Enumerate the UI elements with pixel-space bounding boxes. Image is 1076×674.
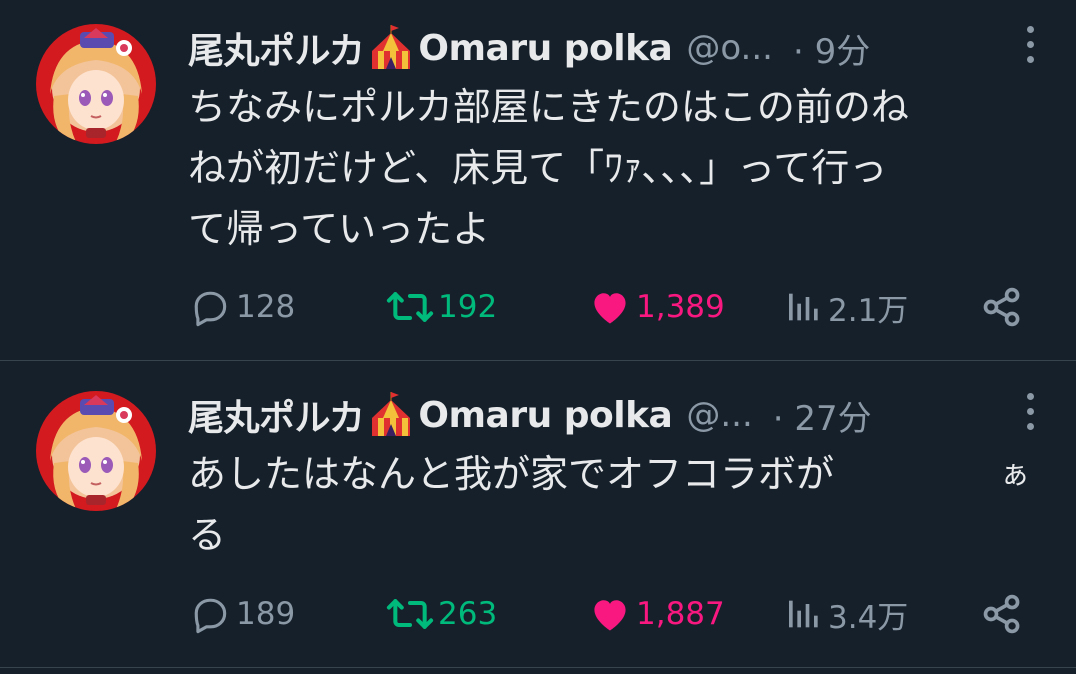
reply-button[interactable]: 128 [188,282,295,332]
tweet-actions: 128 192 1,389 2.1万 [188,282,1076,332]
tweet-text: あしたはなんと我が家でオフコラボが ぁ る [188,444,1048,566]
tweet-text-line: あしたはなんと我が家でオフコラボが ぁ [188,444,1048,505]
tweet[interactable]: 尾丸ポルカ Omaru polka @o... · 9分 ちなみにポルカ部屋にき… [0,0,1076,361]
views-button[interactable]: 3.4万 [784,589,908,639]
display-name[interactable]: 尾丸ポルカ [188,389,365,441]
share-button[interactable] [980,282,1028,332]
user-handle[interactable]: @o... [686,28,773,68]
like-button[interactable]: 1,887 [588,589,725,639]
retweet-icon [386,599,434,629]
heart-icon [594,293,626,324]
tweet-header: 尾丸ポルカ Omaru polka @o... · 9分 [188,18,1076,78]
retweet-button[interactable]: 192 [386,282,497,332]
share-icon [983,594,1020,634]
retweet-count: 263 [438,596,498,632]
tweet-text-trailing-char: ぁ [1000,457,1030,492]
tweet-text-line: て帰っていったよ [188,207,491,251]
tweet[interactable]: 尾丸ポルカ Omaru polka @... · 27分 あしたはなんと我が家で… [0,361,1076,668]
views-count: 3.4万 [828,599,909,636]
tweet-text: ちなみにポルカ部屋にきたのはこの前のね ねが初だけど、床見て「ﾜｧ､､､」って行… [188,77,1048,260]
reply-count: 189 [236,596,296,632]
tweet-text-line: る [188,513,227,557]
display-name-suffix[interactable]: Omaru polka [418,395,672,436]
like-count: 1,389 [636,289,725,325]
tweet-text-segment: あしたはなんと我が家でオフコラボが [188,452,835,496]
timestamp[interactable]: · 9分 [793,24,870,73]
reply-icon [194,598,227,634]
reply-count: 128 [236,289,296,325]
more-options-icon[interactable] [1024,26,1036,70]
avatar[interactable] [36,24,156,144]
heart-icon [594,600,626,631]
tweet-actions: 189 263 1,887 3.4万 [188,589,1076,639]
retweet-icon [386,292,434,322]
circus-tent-icon [366,23,416,73]
views-icon [789,600,818,628]
more-options-icon[interactable] [1024,393,1036,437]
like-button[interactable]: 1,389 [588,282,725,332]
timestamp[interactable]: · 27分 [773,391,872,440]
share-button[interactable] [980,589,1028,639]
reply-button[interactable]: 189 [188,589,295,639]
timeline: 尾丸ポルカ Omaru polka @o... · 9分 ちなみにポルカ部屋にき… [0,0,1076,674]
retweet-button[interactable]: 263 [386,589,497,639]
display-name[interactable]: 尾丸ポルカ [188,22,365,74]
circus-tent-icon [366,390,416,440]
views-button[interactable]: 2.1万 [784,282,908,332]
tweet-text-line: ちなみにポルカ部屋にきたのはこの前のね [188,85,909,129]
views-count: 2.1万 [828,292,909,329]
retweet-count: 192 [438,289,498,325]
like-count: 1,887 [636,596,725,632]
display-name-suffix[interactable]: Omaru polka [418,28,672,69]
avatar[interactable] [36,391,156,511]
reply-icon [194,291,227,327]
user-handle[interactable]: @... [686,395,752,435]
tweet-header: 尾丸ポルカ Omaru polka @... · 27分 [188,385,1076,445]
tweet-text-line: ねが初だけど、床見て「ﾜｧ､､､」って行っ [188,146,888,190]
views-icon [789,293,818,321]
share-icon [983,287,1020,327]
